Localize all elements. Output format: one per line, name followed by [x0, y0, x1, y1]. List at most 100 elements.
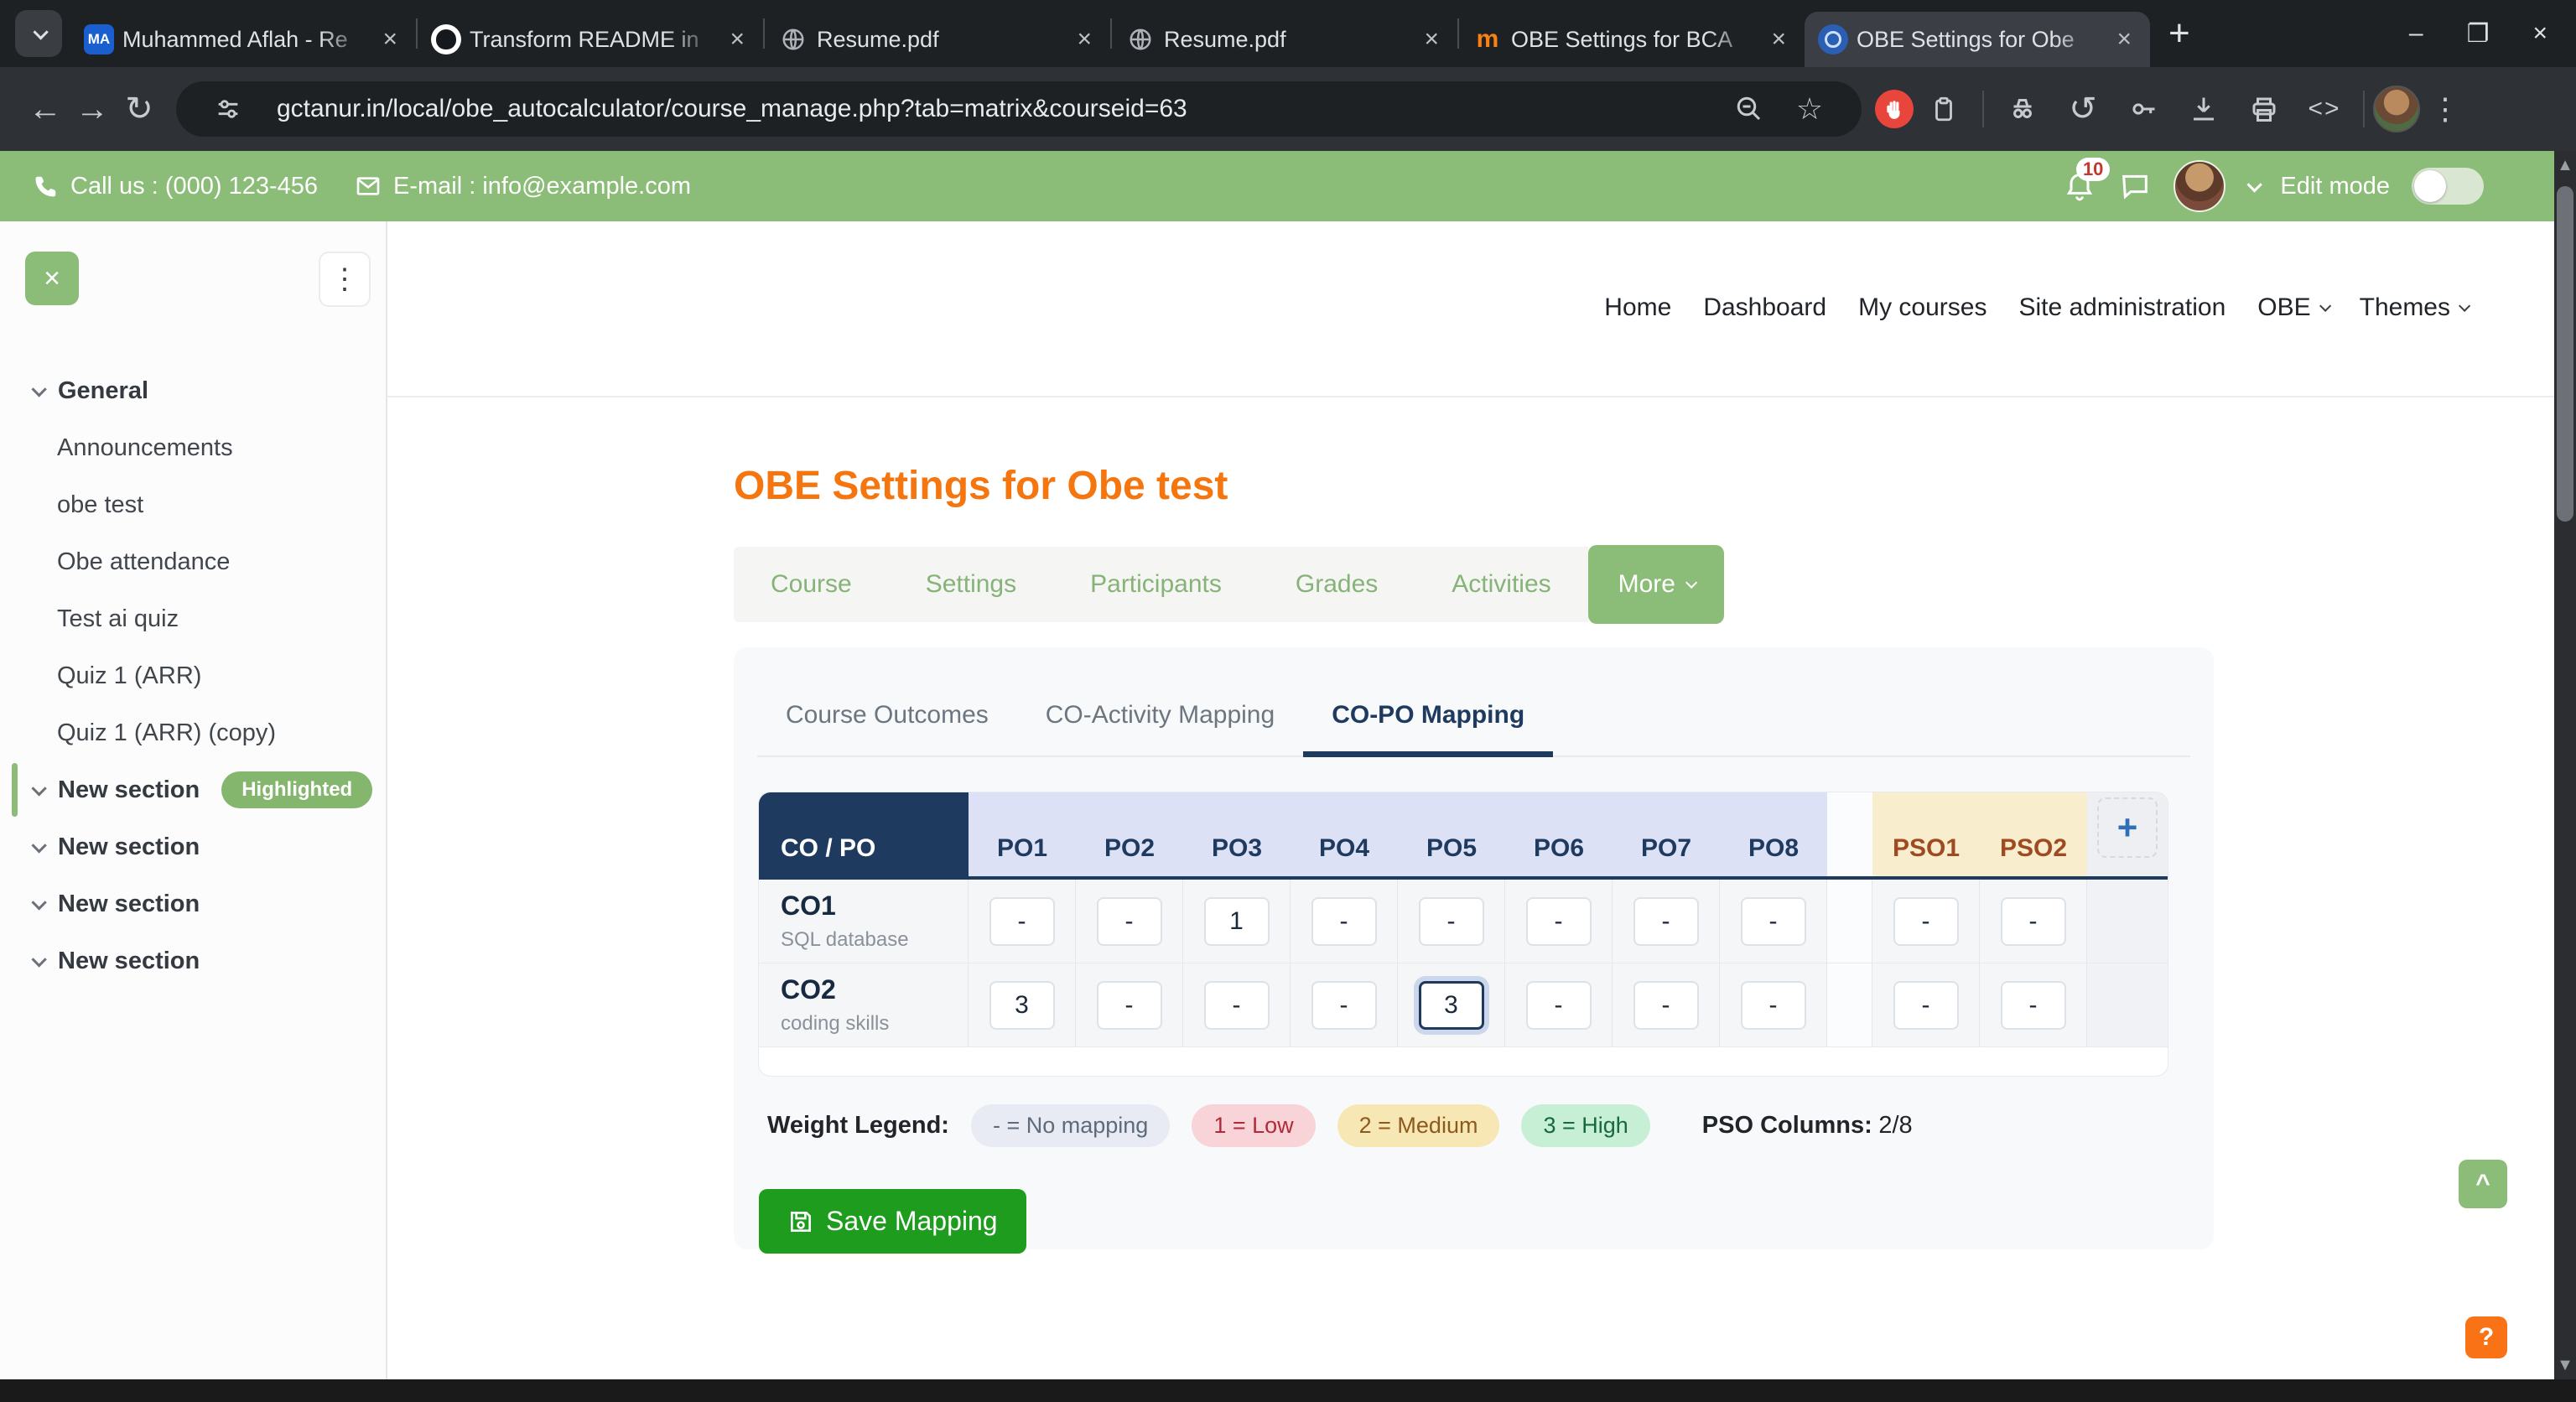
chevron-down-icon[interactable]: [2247, 177, 2262, 192]
tab-close-icon[interactable]: ×: [2111, 25, 2137, 54]
kebab-menu-button[interactable]: ⋮: [319, 252, 371, 307]
print-icon[interactable]: [2246, 91, 2283, 127]
browser-menu-icon[interactable]: ⋮: [2430, 91, 2460, 127]
sidebar-item-test-ai-quiz[interactable]: Test ai quiz: [0, 590, 386, 647]
nav-obe[interactable]: OBE: [2257, 293, 2327, 322]
sidebar-section-new-2[interactable]: New section: [0, 818, 386, 875]
scrollbar-down-arrow[interactable]: ▼: [2554, 1351, 2576, 1379]
tab-more[interactable]: More: [1588, 545, 1724, 624]
sidebar-item-announcements[interactable]: Announcements: [0, 419, 386, 476]
weight-input-co2-po8[interactable]: [1741, 981, 1806, 1030]
nav-dashboard[interactable]: Dashboard: [1703, 293, 1826, 322]
tab-close-icon[interactable]: ×: [1766, 25, 1791, 54]
weight-input-co1-po1[interactable]: [989, 897, 1055, 946]
new-tab-button[interactable]: +: [2168, 13, 2190, 55]
browser-tab[interactable]: Resume.pdf ×: [765, 12, 1110, 67]
pso-columns-value: 2/8: [1878, 1112, 1912, 1139]
window-minimize-button[interactable]: –: [2409, 19, 2423, 48]
add-column-button[interactable]: +: [2097, 797, 2158, 858]
sidebar-section-new-4[interactable]: New section: [0, 932, 386, 989]
page-scrollbar[interactable]: ▲ ▼: [2554, 151, 2576, 1379]
tab-close-icon[interactable]: ×: [724, 25, 750, 54]
forward-button[interactable]: →: [69, 91, 116, 128]
tab-settings[interactable]: Settings: [889, 570, 1053, 599]
back-button[interactable]: ←: [22, 91, 69, 128]
privacy-extension-icon[interactable]: [2004, 91, 2041, 127]
user-avatar[interactable]: [2174, 160, 2225, 212]
tab-course[interactable]: Course: [734, 570, 889, 599]
download-icon[interactable]: [2185, 91, 2222, 127]
weight-input-co2-po5[interactable]: [1419, 981, 1484, 1030]
url-text[interactable]: gctanur.in/local/obe_autocalculator/cour…: [277, 95, 1719, 123]
weight-input-co2-pso2[interactable]: [2001, 981, 2066, 1030]
window-close-button[interactable]: ×: [2532, 19, 2547, 48]
scrollbar-up-arrow[interactable]: ▲: [2554, 151, 2576, 179]
password-key-icon[interactable]: [2125, 91, 2162, 127]
weight-input-co2-po7[interactable]: [1633, 981, 1699, 1030]
window-restore-button[interactable]: ❐: [2467, 19, 2490, 49]
weight-input-co2-pso1[interactable]: [1893, 981, 1959, 1030]
highlight-indicator: [12, 763, 18, 817]
save-mapping-button[interactable]: Save Mapping: [759, 1189, 1026, 1254]
tab-grades[interactable]: Grades: [1259, 570, 1415, 599]
browser-tab[interactable]: Transform README in ×: [418, 12, 763, 67]
clipboard-extension-icon[interactable]: [1925, 91, 1962, 127]
history-icon[interactable]: ↺: [2064, 91, 2101, 127]
close-drawer-button[interactable]: ×: [25, 252, 79, 305]
nav-site-administration[interactable]: Site administration: [2018, 293, 2225, 322]
sidebar-section-new-highlighted[interactable]: New section Highlighted: [0, 761, 386, 818]
profile-avatar[interactable]: [2373, 86, 2420, 132]
notifications-button[interactable]: 10: [2063, 169, 2096, 203]
matrix-horizontal-scrollbar[interactable]: [759, 1047, 2168, 1076]
header-gap: [1827, 792, 1872, 880]
weight-input-co1-po7[interactable]: [1633, 897, 1699, 946]
tab-close-icon[interactable]: ×: [1419, 25, 1444, 54]
browser-tab-active[interactable]: OBE Settings for Obe ×: [1805, 12, 2150, 67]
bookmark-star-icon[interactable]: ☆: [1791, 91, 1828, 127]
weight-input-co1-pso2[interactable]: [2001, 897, 2066, 946]
nav-home[interactable]: Home: [1604, 293, 1671, 322]
subtab-course-outcomes[interactable]: Course Outcomes: [757, 689, 1017, 756]
nav-themes[interactable]: Themes: [2360, 293, 2467, 322]
weight-input-co1-pso1[interactable]: [1893, 897, 1959, 946]
weight-input-co2-po2[interactable]: [1097, 981, 1162, 1030]
site-settings-icon[interactable]: [210, 91, 247, 127]
browser-tab[interactable]: Resume.pdf ×: [1112, 12, 1457, 67]
weight-input-co1-po8[interactable]: [1741, 897, 1806, 946]
scroll-to-top-button[interactable]: ^: [2459, 1160, 2507, 1208]
sidebar-item-obe-test[interactable]: obe test: [0, 476, 386, 533]
weight-input-co2-po6[interactable]: [1526, 981, 1592, 1030]
tab-close-icon[interactable]: ×: [377, 25, 402, 54]
sidebar-item-quiz1[interactable]: Quiz 1 (ARR): [0, 647, 386, 704]
weight-input-co1-po6[interactable]: [1526, 897, 1592, 946]
scrollbar-thumb[interactable]: [2557, 186, 2573, 522]
subtab-co-activity-mapping[interactable]: CO-Activity Mapping: [1017, 689, 1303, 756]
tab-close-icon[interactable]: ×: [1072, 25, 1097, 54]
devtools-code-icon[interactable]: <>: [2306, 91, 2343, 127]
tab-participants[interactable]: Participants: [1053, 570, 1259, 599]
nav-my-courses[interactable]: My courses: [1858, 293, 1987, 322]
address-bar[interactable]: gctanur.in/local/obe_autocalculator/cour…: [176, 81, 1862, 137]
zoom-out-icon[interactable]: [1731, 91, 1768, 127]
sidebar-section-general[interactable]: General: [0, 362, 386, 419]
weight-input-co1-po4[interactable]: [1311, 897, 1377, 946]
sidebar-item-obe-attendance[interactable]: Obe attendance: [0, 533, 386, 590]
weight-input-co2-po1[interactable]: [989, 981, 1055, 1030]
tab-search-button[interactable]: [15, 10, 62, 57]
sidebar-item-quiz1-copy[interactable]: Quiz 1 (ARR) (copy): [0, 704, 386, 761]
weight-input-co1-po5[interactable]: [1419, 897, 1484, 946]
edit-mode-toggle[interactable]: [2412, 168, 2484, 205]
weight-input-co1-po2[interactable]: [1097, 897, 1162, 946]
sidebar-section-new-3[interactable]: New section: [0, 875, 386, 932]
weight-input-co1-po3[interactable]: [1204, 897, 1270, 946]
browser-tab[interactable]: m OBE Settings for BCA ×: [1459, 12, 1805, 67]
messages-icon[interactable]: [2118, 169, 2152, 203]
browser-tab[interactable]: MA Muhammed Aflah - Re ×: [70, 12, 416, 67]
tab-activities[interactable]: Activities: [1415, 570, 1587, 599]
adblock-extension-icon[interactable]: [1875, 90, 1914, 128]
reload-button[interactable]: ↻: [116, 90, 163, 128]
help-button[interactable]: ?: [2465, 1316, 2507, 1358]
weight-input-co2-po4[interactable]: [1311, 981, 1377, 1030]
weight-input-co2-po3[interactable]: [1204, 981, 1270, 1030]
subtab-co-po-mapping[interactable]: CO-PO Mapping: [1303, 689, 1553, 757]
